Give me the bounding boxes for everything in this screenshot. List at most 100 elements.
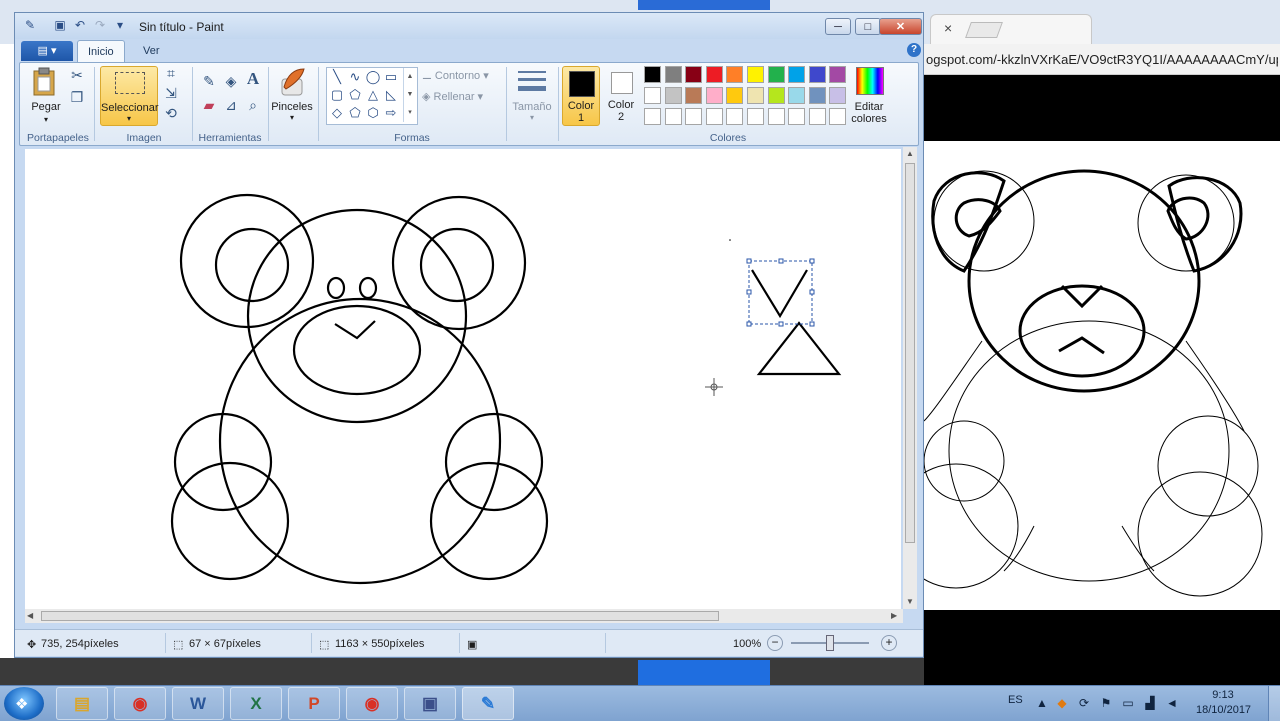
curve-shape-icon[interactable]: ∿ bbox=[347, 70, 363, 84]
browser-new-tab-button[interactable] bbox=[965, 22, 1003, 38]
close-button[interactable]: ✕ bbox=[879, 18, 922, 35]
color-swatch[interactable] bbox=[767, 87, 785, 104]
rectangle-shape-icon[interactable]: ▭ bbox=[383, 70, 399, 84]
taskbar-excel-button[interactable]: X bbox=[230, 687, 282, 720]
browser-url-text[interactable]: ogspot.com/-kkzlnVXrKaE/VO9ctR3YQ1I/AAAA… bbox=[926, 52, 1278, 67]
scroll-right-icon[interactable]: ▶ bbox=[891, 611, 897, 620]
color-swatch[interactable] bbox=[767, 66, 785, 83]
color-swatch[interactable] bbox=[726, 87, 744, 104]
paste-dropdown-icon[interactable]: ▾ bbox=[26, 115, 66, 124]
color-swatch[interactable] bbox=[808, 108, 826, 125]
shapes-gallery[interactable]: ╲ ∿ ◯ ▭ ▢ ⬠ △ ◺ ◇ ⬠ ⬡ ⇨ ▲ ▼ ▾ bbox=[326, 67, 418, 125]
size-icon[interactable] bbox=[516, 69, 548, 95]
color-swatch[interactable] bbox=[685, 108, 703, 125]
color-swatch[interactable] bbox=[644, 66, 661, 83]
color-swatch[interactable] bbox=[705, 66, 723, 83]
resize-icon[interactable]: ⇲ bbox=[162, 85, 180, 103]
fill-button[interactable]: ◈ Rellenar ▾ bbox=[422, 90, 483, 103]
color-swatch[interactable] bbox=[747, 108, 764, 125]
flag-icon[interactable]: ⚑ bbox=[1098, 696, 1114, 710]
taskbar-media-button[interactable]: ▣ bbox=[404, 687, 456, 720]
magnifier-icon[interactable]: ⌕ bbox=[244, 97, 262, 115]
taskbar-explorer-button[interactable]: ▤ bbox=[56, 687, 108, 720]
zoom-slider-thumb[interactable] bbox=[826, 635, 834, 651]
start-button[interactable]: ❖ bbox=[4, 687, 44, 720]
copy-icon[interactable]: ❐ bbox=[68, 89, 86, 107]
browser-tab[interactable] bbox=[930, 14, 1092, 45]
clock-date[interactable]: 18/10/2017 bbox=[1196, 704, 1251, 716]
maximize-button[interactable]: □ bbox=[855, 18, 881, 35]
tray-sync-icon[interactable]: ⟳ bbox=[1076, 696, 1092, 710]
polygon-shape-icon[interactable]: ⬠ bbox=[347, 88, 363, 102]
diamond-shape-icon[interactable]: ◇ bbox=[329, 106, 345, 120]
color1-button[interactable]: Color 1 bbox=[562, 66, 600, 126]
taskbar-chrome-button[interactable]: ◉ bbox=[114, 687, 166, 720]
network-icon[interactable]: ▟ bbox=[1142, 696, 1158, 710]
color-swatch[interactable] bbox=[644, 108, 661, 125]
arrow-shape-icon[interactable]: ⇨ bbox=[383, 106, 399, 120]
color-swatch[interactable] bbox=[705, 87, 723, 104]
color-swatch[interactable] bbox=[705, 108, 723, 125]
taskbar-word-button[interactable]: W bbox=[172, 687, 224, 720]
size-button[interactable]: Tamaño bbox=[510, 101, 554, 113]
oval-shape-icon[interactable]: ◯ bbox=[365, 70, 381, 84]
save-icon[interactable]: ▣ bbox=[53, 18, 67, 32]
color-swatch[interactable] bbox=[644, 87, 661, 104]
zoom-out-button[interactable]: − bbox=[767, 635, 783, 651]
color-swatch[interactable] bbox=[664, 87, 682, 104]
color-swatch[interactable] bbox=[829, 87, 847, 104]
rounded-rectangle-shape-icon[interactable]: ▢ bbox=[329, 88, 345, 102]
volume-icon[interactable]: ◄ bbox=[1164, 696, 1180, 710]
pentagon-shape-icon[interactable]: ⬠ bbox=[347, 106, 363, 120]
brushes-button[interactable]: Pinceles bbox=[270, 101, 314, 113]
taskbar-paint-button[interactable]: ✎ bbox=[462, 687, 514, 720]
zoom-in-button[interactable]: + bbox=[881, 635, 897, 651]
edit-colors-label-2[interactable]: colores bbox=[846, 113, 892, 125]
edit-colors-label-1[interactable]: Editar bbox=[846, 101, 892, 113]
input-language[interactable]: ES bbox=[1008, 694, 1023, 706]
rotate-icon[interactable]: ⟲ bbox=[162, 105, 180, 123]
tab-ver[interactable]: Ver bbox=[133, 40, 170, 62]
file-menu-button[interactable]: ▤ ▾ bbox=[21, 41, 73, 61]
paste-button[interactable]: Pegar bbox=[26, 101, 66, 113]
horizontal-scroll-thumb[interactable] bbox=[41, 611, 719, 621]
color-swatch[interactable] bbox=[664, 108, 682, 125]
device-icon[interactable]: ▭ bbox=[1120, 696, 1136, 710]
help-icon[interactable]: ? bbox=[907, 43, 921, 57]
color-swatch[interactable] bbox=[788, 108, 806, 125]
color-swatch[interactable] bbox=[685, 66, 703, 83]
select-button[interactable]: Seleccionar ▾ bbox=[100, 66, 158, 126]
scroll-down-icon[interactable]: ▼ bbox=[906, 597, 914, 606]
triangle-shape-icon[interactable]: △ bbox=[365, 88, 381, 102]
scroll-up-icon[interactable]: ▲ bbox=[906, 149, 914, 158]
browser-tab-close-icon[interactable]: × bbox=[944, 20, 952, 36]
right-triangle-shape-icon[interactable]: ◺ bbox=[383, 88, 399, 102]
tray-expand-icon[interactable]: ▲ bbox=[1034, 696, 1050, 710]
quick-access-dropdown-icon[interactable]: ▾ bbox=[113, 18, 127, 32]
brushes-dropdown-icon[interactable]: ▾ bbox=[270, 113, 314, 122]
redo-icon[interactable]: ↷ bbox=[93, 18, 107, 32]
color-swatch[interactable] bbox=[788, 87, 806, 104]
color-swatch[interactable] bbox=[747, 66, 764, 83]
crop-icon[interactable]: ⌗ bbox=[162, 65, 180, 83]
minimize-button[interactable]: ─ bbox=[825, 18, 851, 35]
title-bar[interactable]: ✎ ▣ ↶ ↷ ▾ Sin título - Paint ─ □ ✕ bbox=[15, 13, 923, 39]
show-desktop-button[interactable] bbox=[1268, 686, 1280, 721]
eraser-icon[interactable]: ▰ bbox=[200, 97, 218, 115]
color2-button[interactable]: Color 2 bbox=[602, 66, 640, 126]
scroll-left-icon[interactable]: ◀ bbox=[27, 611, 33, 620]
color-swatch[interactable] bbox=[829, 66, 847, 83]
color-swatch[interactable] bbox=[808, 87, 826, 104]
color-swatch[interactable] bbox=[767, 108, 785, 125]
line-shape-icon[interactable]: ╲ bbox=[329, 70, 345, 84]
color-swatch[interactable] bbox=[788, 66, 806, 83]
color-picker-icon[interactable]: ⊿ bbox=[222, 97, 240, 115]
tab-inicio[interactable]: Inicio bbox=[77, 40, 125, 63]
fill-bucket-icon[interactable]: ◈ bbox=[222, 73, 240, 91]
vertical-scroll-thumb[interactable] bbox=[905, 163, 915, 543]
text-tool-icon[interactable]: A bbox=[244, 70, 262, 89]
paint-app-icon[interactable]: ✎ bbox=[23, 18, 37, 32]
clock-time[interactable]: 9:13 bbox=[1196, 689, 1250, 701]
color-swatch[interactable] bbox=[808, 66, 826, 83]
outline-button[interactable]: ⚊ Contorno ▾ bbox=[422, 69, 489, 82]
